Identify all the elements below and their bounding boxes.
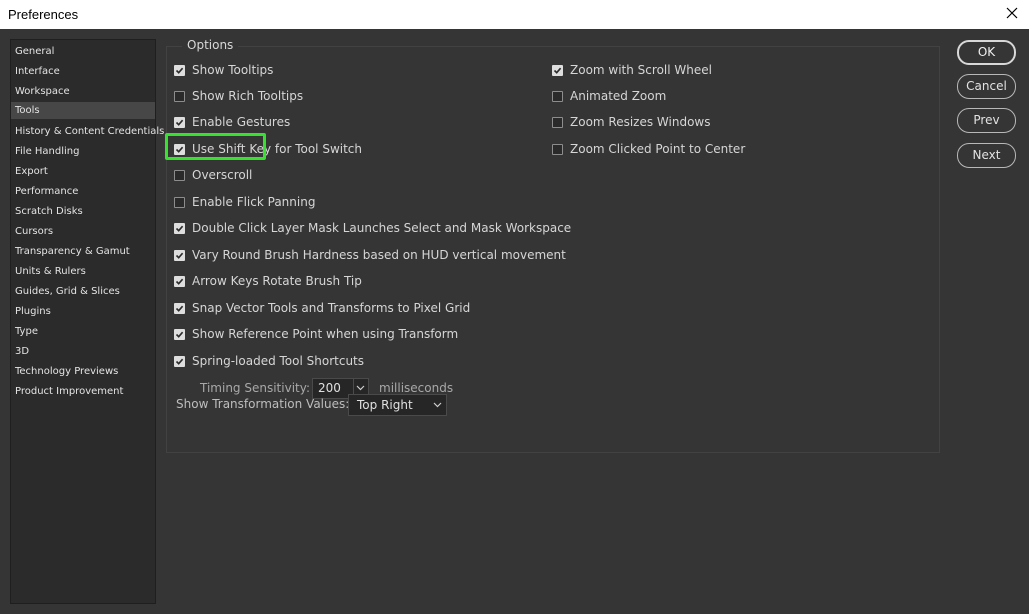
checkbox-unchecked[interactable] [174,90,185,102]
checkmark-icon [175,67,184,74]
next-button[interactable]: Next [957,143,1016,168]
checkmark-icon [175,358,184,365]
option-show-reference-point-when-using-transform[interactable]: Show Reference Point when using Transfor… [174,325,458,343]
option-animated-zoom[interactable]: Animated Zoom [552,87,666,105]
checkbox-checked[interactable] [174,116,185,128]
checkbox-checked[interactable] [552,64,563,76]
checkbox-unchecked[interactable] [552,143,563,155]
checkbox-checked[interactable] [174,328,185,340]
checkbox-checked[interactable] [174,302,185,314]
window-title: Preferences [8,7,79,22]
checkmark-icon [175,305,184,312]
cancel-button[interactable]: Cancel [957,74,1016,99]
option-label: Zoom Clicked Point to Center [570,142,746,156]
close-button[interactable] [1001,2,1023,26]
option-label: Zoom with Scroll Wheel [570,63,712,77]
option-label: Enable Gestures [192,115,291,129]
checkmark-icon [175,278,184,285]
option-label: Show Reference Point when using Transfor… [192,327,459,341]
checkmark-icon [175,331,184,338]
option-label: Show Rich Tooltips [192,89,304,103]
checkbox-checked[interactable] [174,275,185,287]
transformation-values-select[interactable]: Top Right [348,394,447,416]
checkbox-checked[interactable] [174,222,185,234]
checkmark-icon [553,67,562,74]
checkbox-checked[interactable] [174,64,185,76]
option-label: Zoom Resizes Windows [570,115,711,129]
sidebar-item-interface[interactable]: Interface [11,63,155,80]
option-overscroll[interactable]: Overscroll [174,166,252,184]
option-label: Arrow Keys Rotate Brush Tip [192,274,362,288]
option-double-click-layer-mask-launches-select-and-mask-workspace[interactable]: Double Click Layer Mask Launches Select … [174,219,571,237]
chevron-down-icon [433,402,442,408]
options-legend: Options [182,38,239,52]
option-snap-vector-tools-and-transforms-to-pixel-grid[interactable]: Snap Vector Tools and Transforms to Pixe… [174,299,470,317]
sidebar-item-history[interactable]: History & Content Credentials [11,123,164,140]
option-zoom-clicked-point-to-center[interactable]: Zoom Clicked Point to Center [552,140,745,158]
timing-sensitivity-value[interactable]: 200 [318,381,341,395]
sidebar-item-general[interactable]: General [11,43,155,60]
chevron-down-icon[interactable] [356,385,365,391]
option-vary-round-brush-hardness-based-on-hud-vertical-movement[interactable]: Vary Round Brush Hardness based on HUD v… [174,246,566,264]
checkbox-unchecked[interactable] [552,90,563,102]
sidebar: General Interface Workspace Tools Histor… [10,39,164,604]
option-label: Enable Flick Panning [192,195,316,209]
transformation-values-label: Show Transformation Values: [176,397,350,411]
option-label: Show Tooltips [192,63,274,77]
sidebar-item-workspace[interactable]: Workspace [11,83,155,100]
option-zoom-resizes-windows[interactable]: Zoom Resizes Windows [552,113,711,131]
sidebar-item-transparency[interactable]: Transparency & Gamut [11,243,155,260]
sidebar-item-technology-previews[interactable]: Technology Previews [11,363,155,380]
checkbox-checked[interactable] [174,355,185,367]
option-show-rich-tooltips[interactable]: Show Rich Tooltips [174,87,303,105]
prev-button[interactable]: Prev [957,108,1016,133]
sidebar-item-performance[interactable]: Performance [11,183,155,200]
option-arrow-keys-rotate-brush-tip[interactable]: Arrow Keys Rotate Brush Tip [174,272,362,290]
checkbox-checked[interactable] [174,249,185,261]
sidebar-item-scratch-disks[interactable]: Scratch Disks [11,203,155,220]
option-show-tooltips[interactable]: Show Tooltips [174,61,273,79]
option-spring-loaded-tool-shortcuts[interactable]: Spring-loaded Tool Shortcuts [174,352,364,370]
sidebar-item-units[interactable]: Units & Rulers [11,263,155,280]
checkbox-unchecked[interactable] [174,196,185,208]
preferences-dialog: General Interface Workspace Tools Histor… [0,29,1029,614]
sidebar-item-export[interactable]: Export [11,163,155,180]
timing-unit-label: milliseconds [379,381,454,395]
sidebar-item-file-handling[interactable]: File Handling [11,143,155,160]
option-label: Overscroll [192,168,253,182]
title-bar: Preferences [0,0,1029,29]
sidebar-item-plugins[interactable]: Plugins [11,303,155,320]
checkmark-icon [175,252,184,259]
option-label: Vary Round Brush Hardness based on HUD v… [192,248,566,262]
option-label: Double Click Layer Mask Launches Select … [192,221,572,235]
option-enable-flick-panning[interactable]: Enable Flick Panning [174,193,315,211]
option-enable-gestures[interactable]: Enable Gestures [174,113,290,131]
checkbox-unchecked[interactable] [552,116,563,128]
option-label: Snap Vector Tools and Transforms to Pixe… [192,301,471,315]
close-icon [1006,7,1018,19]
checkmark-icon [175,225,184,232]
option-label: Spring-loaded Tool Shortcuts [192,354,365,368]
sidebar-item-guides[interactable]: Guides, Grid & Slices [11,283,155,300]
overscroll-highlight-box [165,133,266,160]
sidebar-item-3d[interactable]: 3D [11,343,155,360]
checkbox-unchecked[interactable] [174,169,185,181]
sidebar-item-product-improvement[interactable]: Product Improvement [11,383,155,400]
sidebar-item-tools[interactable]: Tools [11,102,155,119]
timing-sensitivity-label: Timing Sensitivity: [200,381,310,395]
option-zoom-with-scroll-wheel[interactable]: Zoom with Scroll Wheel [552,61,712,79]
sidebar-item-type[interactable]: Type [11,323,155,340]
ok-button[interactable]: OK [957,40,1016,65]
checkmark-icon [175,119,184,126]
option-label: Animated Zoom [570,89,667,103]
sidebar-item-cursors[interactable]: Cursors [11,223,155,240]
transformation-values-value: Top Right [357,398,413,412]
